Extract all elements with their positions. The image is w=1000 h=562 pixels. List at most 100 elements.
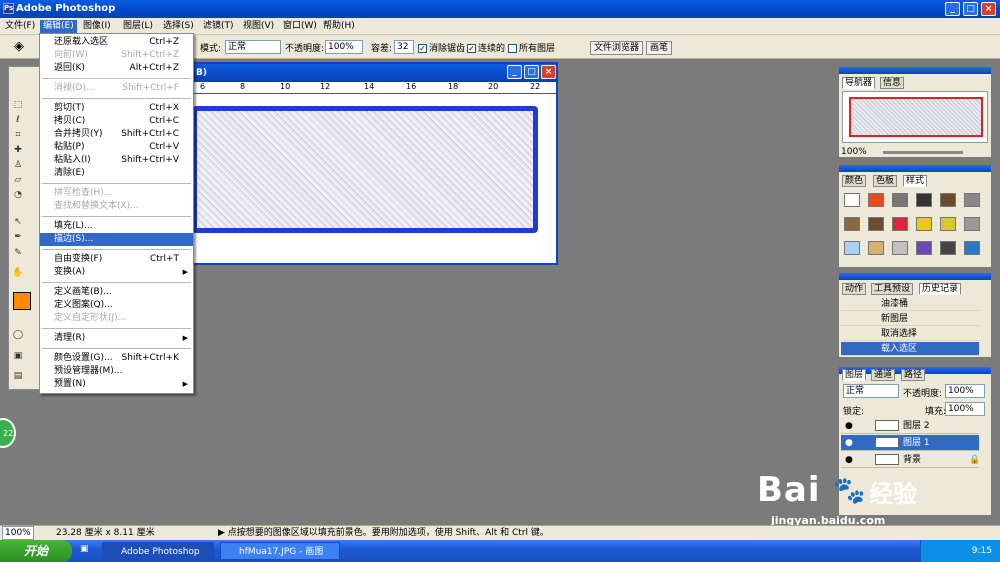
status-zoom[interactable]: 100% bbox=[2, 526, 34, 540]
style-swatch[interactable] bbox=[940, 241, 956, 255]
lasso-icon[interactable]: ℓ bbox=[11, 114, 25, 127]
menu-item-define-brush[interactable]: 定义画笔(B)... bbox=[40, 286, 193, 299]
eraser-icon[interactable]: ▱ bbox=[11, 174, 25, 187]
minimize-button[interactable]: _ bbox=[945, 2, 960, 16]
close-button[interactable]: × bbox=[981, 2, 996, 16]
style-swatch[interactable] bbox=[916, 193, 932, 207]
menu-item-define-pattern[interactable]: 定义图案(Q)... bbox=[40, 299, 193, 312]
tab-tool-presets[interactable]: 工具预设 bbox=[871, 283, 914, 295]
menu-item-undo-load-selection[interactable]: 还原载入选区 Ctrl+Z bbox=[40, 36, 193, 49]
tab-paths[interactable]: 路径 bbox=[901, 369, 926, 381]
notes-icon[interactable]: ✎ bbox=[11, 247, 25, 260]
menu-filter[interactable]: 滤镜(T) bbox=[200, 20, 237, 33]
style-swatch[interactable] bbox=[868, 193, 884, 207]
quickmask-icon[interactable]: ◯ bbox=[11, 329, 25, 342]
stroked-selection[interactable] bbox=[192, 106, 538, 233]
panel-header[interactable] bbox=[839, 165, 991, 172]
style-swatch[interactable] bbox=[916, 241, 932, 255]
brushes-tab[interactable]: 画笔 bbox=[646, 41, 673, 55]
menu-item-free-transform[interactable]: 自由变换(F) Ctrl+T bbox=[40, 253, 193, 266]
screen-mode-icon[interactable]: ▣ bbox=[11, 350, 25, 363]
menu-item-copy-merged[interactable]: 合并拷贝(Y) Shift+Ctrl+C bbox=[40, 128, 193, 141]
menu-edit[interactable]: 编辑(E) bbox=[40, 20, 77, 33]
style-swatch[interactable] bbox=[892, 241, 908, 255]
menu-item-fill[interactable]: 填充(L)... bbox=[40, 220, 193, 233]
menu-item-paste[interactable]: 粘贴(P) Ctrl+V bbox=[40, 141, 193, 154]
tab-layers[interactable]: 图层 bbox=[842, 369, 867, 381]
layer-row[interactable]: ● 背景 🔒 bbox=[841, 452, 980, 468]
menu-item-transform[interactable]: 变换(A) ▶ bbox=[40, 266, 193, 279]
jump-to-imageready-icon[interactable]: ▤ bbox=[11, 370, 25, 383]
navigator-preview[interactable] bbox=[842, 91, 988, 143]
zoom-slider[interactable] bbox=[883, 151, 963, 154]
menu-file[interactable]: 文件(F) bbox=[2, 20, 38, 33]
all-layers-checkbox[interactable]: 所有图层 bbox=[508, 41, 555, 54]
doc-minimize-button[interactable]: _ bbox=[507, 65, 522, 79]
antialias-checkbox[interactable]: ✓ 消除锯齿 bbox=[418, 41, 465, 54]
task-photoshop[interactable]: Adobe Photoshop bbox=[102, 542, 214, 560]
menu-help[interactable]: 帮助(H) bbox=[320, 20, 358, 33]
style-swatch[interactable] bbox=[964, 193, 980, 207]
heal-icon[interactable]: ✚ bbox=[11, 144, 25, 157]
menu-item-stroke[interactable]: 描边(S)... bbox=[40, 233, 193, 246]
style-swatch[interactable] bbox=[964, 217, 980, 231]
visibility-eye-icon[interactable]: ● bbox=[845, 452, 853, 468]
tab-navigator[interactable]: 导航器 bbox=[842, 77, 876, 89]
menu-view[interactable]: 视图(V) bbox=[240, 20, 277, 33]
hand-icon[interactable]: ✋ bbox=[11, 267, 25, 280]
panel-header[interactable] bbox=[839, 67, 991, 74]
style-swatch[interactable] bbox=[844, 241, 860, 255]
style-swatch[interactable] bbox=[892, 217, 908, 231]
style-swatch[interactable] bbox=[844, 217, 860, 231]
menu-image[interactable]: 图像(I) bbox=[80, 20, 114, 33]
paint-bucket-icon[interactable]: ◈ bbox=[14, 39, 24, 54]
style-swatch[interactable] bbox=[844, 193, 860, 207]
menu-item-preset-manager[interactable]: 预设管理器(M)... bbox=[40, 365, 193, 378]
history-item-current[interactable]: 载入选区 bbox=[841, 342, 979, 356]
menu-item-cut[interactable]: 剪切(T) Ctrl+X bbox=[40, 102, 193, 115]
task-paint[interactable]: hfMua17.JPG - 画图 bbox=[220, 542, 340, 560]
style-swatch[interactable] bbox=[964, 241, 980, 255]
opacity-field[interactable]: 100% bbox=[325, 40, 363, 54]
menu-item-define-custom-shape[interactable]: 定义自定形状(J)... bbox=[40, 312, 193, 325]
tab-swatches[interactable]: 色板 bbox=[873, 175, 898, 187]
menu-item-purge[interactable]: 清理(R) ▶ bbox=[40, 332, 193, 345]
style-swatch[interactable] bbox=[916, 217, 932, 231]
layer-row[interactable]: ● 图层 2 bbox=[841, 418, 979, 434]
crop-icon[interactable]: ⌗ bbox=[11, 129, 25, 142]
tab-info[interactable]: 信息 bbox=[880, 77, 905, 89]
tab-actions[interactable]: 动作 bbox=[842, 283, 867, 295]
visibility-eye-icon[interactable]: ● bbox=[845, 435, 853, 451]
navigator-zoom[interactable]: 100% bbox=[841, 147, 867, 157]
menu-item-copy[interactable]: 拷贝(C) Ctrl+C bbox=[40, 115, 193, 128]
marquee-icon[interactable]: ⬚ bbox=[11, 99, 25, 112]
menu-item-find-replace[interactable]: 查找和替换文本(X)... bbox=[40, 200, 193, 213]
path-select-icon[interactable]: ↖ bbox=[11, 216, 25, 229]
stamp-icon[interactable]: ♙ bbox=[11, 159, 25, 172]
menu-item-paste-into[interactable]: 粘贴入(I) Shift+Ctrl+V bbox=[40, 154, 193, 167]
blend-mode-select[interactable]: 正常 bbox=[843, 384, 899, 398]
foreground-color-swatch[interactable] bbox=[13, 292, 31, 310]
canvas[interactable] bbox=[192, 94, 556, 263]
menu-item-color-settings[interactable]: 颜色设置(G)... Shift+Ctrl+K bbox=[40, 352, 193, 365]
layer-opacity-field[interactable]: 100% bbox=[945, 384, 985, 398]
menu-item-clear[interactable]: 清除(E) bbox=[40, 167, 193, 180]
history-item[interactable]: 取消选择 bbox=[841, 327, 979, 341]
history-item[interactable]: 油漆桶 bbox=[841, 297, 979, 311]
fill-field[interactable]: 100% bbox=[945, 402, 985, 416]
start-button[interactable]: 开始 bbox=[0, 540, 72, 562]
style-swatch[interactable] bbox=[868, 241, 884, 255]
tab-history[interactable]: 历史记录 bbox=[919, 283, 962, 295]
menu-layer[interactable]: 图层(L) bbox=[120, 20, 156, 33]
pen-icon[interactable]: ✒ bbox=[11, 231, 25, 244]
style-swatch[interactable] bbox=[940, 217, 956, 231]
menu-item-fade[interactable]: 消褪(D)... Shift+Ctrl+F bbox=[40, 82, 193, 95]
doc-close-button[interactable]: × bbox=[541, 65, 556, 79]
tolerance-field[interactable]: 32 bbox=[394, 40, 414, 54]
clock[interactable]: 9:15 bbox=[972, 546, 992, 556]
history-item[interactable]: 新图层 bbox=[841, 312, 979, 326]
menu-item-preferences[interactable]: 预置(N) ▶ bbox=[40, 378, 193, 391]
side-badge[interactable]: 22 bbox=[0, 418, 16, 448]
mode-select[interactable]: 正常 bbox=[225, 40, 281, 54]
maximize-button[interactable]: □ bbox=[963, 2, 978, 16]
